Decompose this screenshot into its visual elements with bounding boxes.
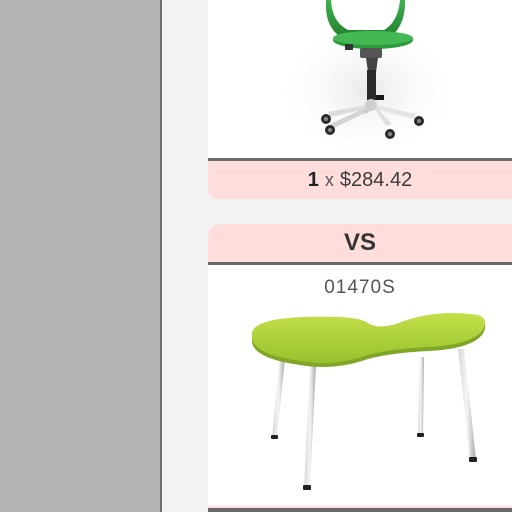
lime-green-kidney-table-image[interactable] bbox=[208, 307, 512, 497]
vs-separator: VS bbox=[208, 224, 512, 262]
product-card-chair[interactable]: 1 x $284.42 bbox=[208, 0, 512, 200]
green-swivel-chair-image[interactable] bbox=[208, 0, 512, 158]
left-gray-panel bbox=[0, 0, 162, 512]
quantity: 1 bbox=[307, 168, 319, 191]
product-body: 01470S bbox=[208, 265, 512, 506]
price-strip: 1 x $284.42 bbox=[208, 161, 512, 199]
card-bottom-divider bbox=[208, 506, 512, 512]
product-sku: 01470S bbox=[324, 277, 396, 298]
unit-price: $284.42 bbox=[339, 168, 413, 191]
product-card-table[interactable]: VS 01470S bbox=[208, 224, 512, 512]
product-image-area bbox=[208, 0, 512, 158]
times-symbol: x bbox=[324, 169, 334, 190]
vs-label: VS bbox=[343, 229, 376, 256]
